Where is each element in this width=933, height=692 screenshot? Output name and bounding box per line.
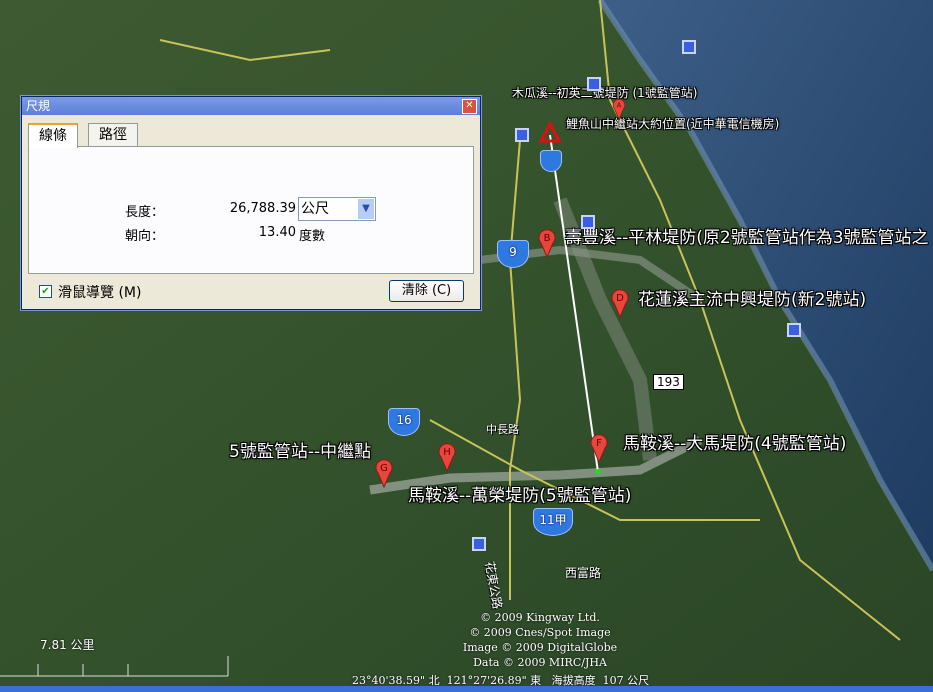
selected-unit: 公尺	[301, 201, 329, 217]
route-shield-9: 9	[497, 240, 529, 268]
tab-line[interactable]: 線條	[28, 123, 78, 148]
placemark-pin-b[interactable]: B	[538, 228, 556, 258]
credit-line: Image © 2009 DigitalGlobe	[462, 641, 618, 654]
heading-value: 13.40	[258, 225, 296, 240]
heading-label: 朝向：	[125, 229, 165, 244]
svg-text:B: B	[544, 233, 551, 244]
placemark-label-b[interactable]: 壽豐溪--平林堤防(原2號監管站作為3號監管站之	[565, 223, 929, 248]
svg-text:G: G	[380, 463, 388, 474]
svg-text:H: H	[443, 447, 451, 458]
mouse-nav-label: 滑鼠導覽 (M)	[58, 285, 142, 301]
clear-button[interactable]: 清除 (C)	[389, 280, 464, 302]
close-icon[interactable]: ✕	[462, 99, 477, 114]
credit-line: Data © 2009 MIRC/JHA	[473, 656, 607, 669]
placemark-pin-a[interactable]: A	[612, 98, 626, 120]
poi-icon[interactable]	[581, 215, 595, 229]
placemark-label-a[interactable]: 木瓜溪--初英二號堤防 (1號監管站)	[512, 84, 697, 101]
length-unit-select[interactable]: 公尺 ▼	[298, 197, 376, 221]
placemark-pin-d[interactable]: D	[611, 288, 629, 318]
placemark-pin-g[interactable]: G	[375, 458, 393, 488]
credit-line: © 2009 Kingway Ltd.	[480, 611, 600, 624]
heading-unit: 度數	[299, 229, 326, 244]
placemark-label-f[interactable]: 馬鞍溪--大馬堤防(4號監管站)	[623, 429, 846, 454]
poi-icon[interactable]	[515, 128, 529, 142]
placemark-label-d[interactable]: 花蓮溪主流中興堤防(新2號站)	[638, 285, 866, 310]
length-value: 26,788.39	[229, 201, 296, 216]
tab-path[interactable]: 路徑	[88, 123, 138, 146]
ruler-dialog: 尺規 ✕ 線條 路徑 長度： 26,788.39 朝向： 13.40 度數 公尺…	[21, 96, 481, 310]
svg-text:D: D	[616, 293, 624, 304]
poi-icon[interactable]	[587, 77, 601, 91]
ruler-start-label: 鯉魚山中繼站大約位置(近中華電信機房)	[566, 117, 780, 131]
placemark-pin-h[interactable]: H	[438, 442, 456, 472]
tab-panel: 長度： 26,788.39 朝向： 13.40 度數	[28, 146, 474, 274]
route-shield-16: 16	[388, 408, 420, 436]
route-shield-small	[540, 150, 562, 172]
route-shield-11jia: 11甲	[533, 508, 573, 536]
road-label: 中長路	[486, 423, 519, 436]
svg-text:A: A	[617, 102, 622, 110]
road-label: 西富路	[565, 566, 602, 580]
poi-icon[interactable]	[787, 323, 801, 337]
placemark-label-g[interactable]: 5號監管站--中繼點	[229, 437, 371, 462]
poi-icon[interactable]	[682, 40, 696, 54]
poi-icon[interactable]	[472, 537, 486, 551]
dialog-title: 尺規	[26, 99, 51, 113]
taskbar	[0, 686, 933, 692]
length-label: 長度：	[125, 205, 165, 220]
route-shield-193: 193	[653, 374, 684, 390]
mouse-nav-checkbox[interactable]: ✔	[39, 285, 52, 298]
svg-text:F: F	[596, 438, 602, 449]
placemark-pin-f[interactable]: F	[590, 433, 608, 463]
dialog-titlebar[interactable]: 尺規 ✕	[22, 97, 480, 115]
credit-line: © 2009 Cnes/Spot Image	[469, 626, 611, 639]
placemark-label-h[interactable]: 馬鞍溪--萬榮堤防(5號監管站)	[408, 481, 631, 506]
chevron-down-icon[interactable]: ▼	[358, 199, 374, 219]
ruler-end-point	[595, 469, 601, 475]
imagery-credits: © 2009 Kingway Ltd. © 2009 Cnes/Spot Ima…	[440, 610, 640, 670]
